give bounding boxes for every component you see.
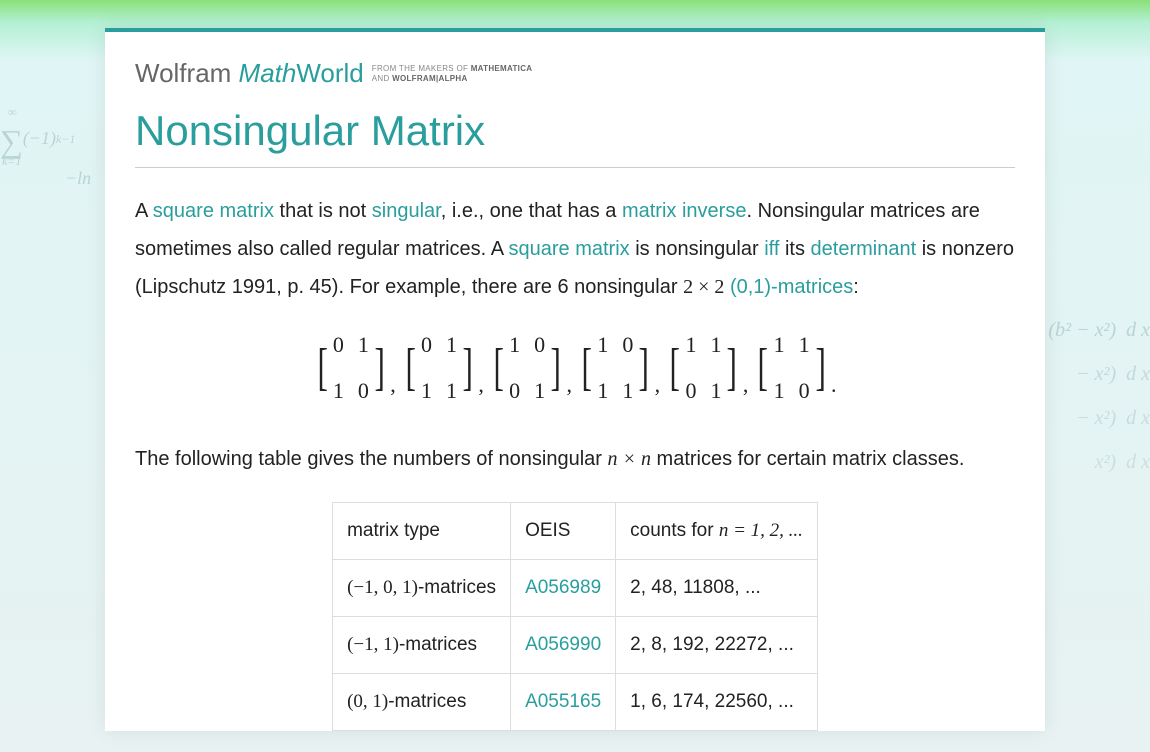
bg-decor-left-ln: −ln [65,168,91,189]
logo-tagline: FROM THE MAKERS OF MATHEMATICA AND WOLFR… [372,64,533,83]
site-logo[interactable]: Wolfram MathWorld FROM THE MAKERS OF MAT… [135,58,1015,89]
link-matrix-inverse[interactable]: matrix inverse [622,200,746,222]
matrix-3: [1001], [490,324,572,412]
link-iff[interactable]: iff [764,238,779,260]
oeis-link[interactable]: A056990 [525,634,601,655]
table-row: (0, 1)-matricesA0551651, 6, 174, 22560, … [333,673,818,730]
table-row: (−1, 1)-matricesA0569902, 8, 192, 22272,… [333,616,818,673]
bg-decor-left-sum: ∑(−1)k−1 k=1 ∞ [0,123,75,175]
article-body: A square matrix that is not singular, i.… [135,192,1015,731]
logo-text: Wolfram MathWorld [135,58,364,89]
link-singular[interactable]: singular [372,200,441,222]
table-intro-paragraph: The following table gives the numbers of… [135,440,1015,478]
link-square-matrix-2[interactable]: square matrix [509,238,630,260]
matrices-display: [0110],[0111],[1001],[1011],[1101],[1110… [135,324,1015,412]
link-01-matrices[interactable]: (0,1)-matrices [730,276,853,298]
bg-decor-right: (b² − x²) d x − x²) d x − x²) d x x²) d … [1048,308,1150,484]
link-square-matrix[interactable]: square matrix [153,200,274,222]
oeis-link[interactable]: A056989 [525,577,601,598]
matrix-2: [0111], [402,324,484,412]
matrix-5: [1101], [666,324,748,412]
main-content-card: Wolfram MathWorld FROM THE MAKERS OF MAT… [105,28,1045,731]
page-title: Nonsingular Matrix [135,107,1015,168]
intro-paragraph: A square matrix that is not singular, i.… [135,192,1015,306]
oeis-link[interactable]: A055165 [525,691,601,712]
matrix-6: [1110]. [754,324,836,412]
link-determinant[interactable]: determinant [811,238,917,260]
matrix-1: [0110], [314,324,396,412]
table-row: (−1, 0, 1)-matricesA0569892, 48, 11808, … [333,559,818,616]
matrix-4: [1011], [578,324,660,412]
table-header-row: matrix typeOEIScounts for n = 1, 2, ... [333,502,818,559]
counts-table: matrix typeOEIScounts for n = 1, 2, ...(… [332,502,818,731]
